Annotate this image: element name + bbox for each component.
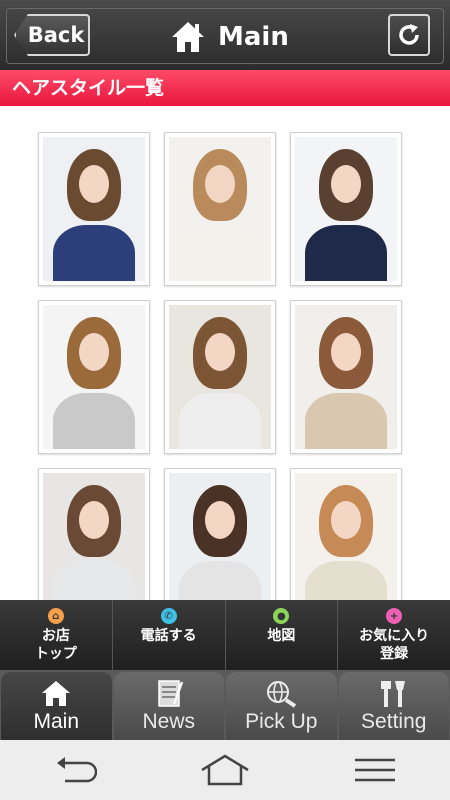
hairstyle-gallery [0, 106, 450, 600]
system-back-button[interactable] [45, 750, 105, 790]
plus-icon: + [386, 608, 403, 624]
hairstyle-photo [295, 137, 397, 281]
tools-icon [380, 681, 405, 707]
shop-action-bar: ⌂ お店 トップ ✆ 電話する ● 地図 + お気に入り 登録 [0, 600, 450, 670]
hairstyle-photo [169, 305, 271, 449]
back-button-label: Back [27, 23, 85, 47]
tab-label: News [142, 710, 195, 733]
hairstyle-photo [169, 473, 271, 600]
system-menu-button[interactable] [345, 750, 405, 790]
hairstyle-thumbnail[interactable] [290, 300, 402, 454]
hairstyle-thumbnail[interactable] [164, 132, 276, 286]
page-title: Main [218, 22, 289, 52]
home-icon [172, 22, 204, 52]
hairstyle-thumbnail[interactable] [290, 468, 402, 600]
hairstyle-photo [43, 137, 145, 281]
action-phone[interactable]: ✆ 電話する [113, 600, 226, 670]
hairstyle-thumbnail[interactable] [290, 132, 402, 286]
tab-bar: Main News Pick Up Setting [0, 670, 450, 740]
refresh-icon [399, 24, 419, 45]
hairstyle-photo [295, 305, 397, 449]
menu-lines-icon [355, 758, 395, 782]
section-title: ヘアスタイル一覧 [0, 70, 450, 106]
system-nav-bar [0, 740, 450, 800]
action-plus[interactable]: + お気に入り 登録 [338, 600, 450, 670]
hairstyle-thumbnail[interactable] [38, 132, 150, 286]
header-title-group: Main [170, 18, 289, 56]
back-arrow-icon [57, 757, 97, 783]
refresh-button[interactable] [388, 14, 430, 56]
hairstyle-photo [43, 473, 145, 600]
map-pin-icon: ● [273, 608, 290, 624]
tab-label: Main [33, 710, 80, 733]
tab-main[interactable]: Main [1, 672, 112, 740]
action-home[interactable]: ⌂ お店 トップ [0, 600, 113, 670]
hairstyle-photo [169, 137, 271, 281]
home-icon: ⌂ [47, 608, 64, 624]
tab-label: Setting [361, 710, 427, 733]
action-map-pin[interactable]: ● 地図 [226, 600, 339, 670]
hairstyle-photo [43, 305, 145, 449]
news-icon [158, 680, 183, 707]
hairstyle-photo [295, 473, 397, 600]
hairstyle-thumbnail[interactable] [164, 300, 276, 454]
tab-pick-up[interactable]: Pick Up [226, 672, 337, 740]
tab-news[interactable]: News [113, 672, 224, 740]
tab-setting[interactable]: Setting [338, 672, 449, 740]
globe-search-icon [267, 681, 297, 708]
action-label: 電話する [140, 628, 197, 644]
action-label: お気に入り 登録 [359, 628, 430, 662]
action-label: 地図 [267, 628, 296, 644]
tab-label: Pick Up [245, 710, 318, 733]
hairstyle-thumbnail[interactable] [164, 468, 276, 600]
app-header: Back Main [0, 0, 450, 70]
hairstyle-thumbnail[interactable] [38, 468, 150, 600]
home-icon [42, 681, 71, 706]
system-home-button[interactable] [195, 750, 255, 790]
phone-icon: ✆ [160, 608, 177, 624]
hairstyle-thumbnail[interactable] [38, 300, 150, 454]
back-button[interactable]: Back [14, 14, 90, 56]
home-outline-icon [201, 754, 249, 786]
action-label: お店 トップ [34, 628, 77, 662]
